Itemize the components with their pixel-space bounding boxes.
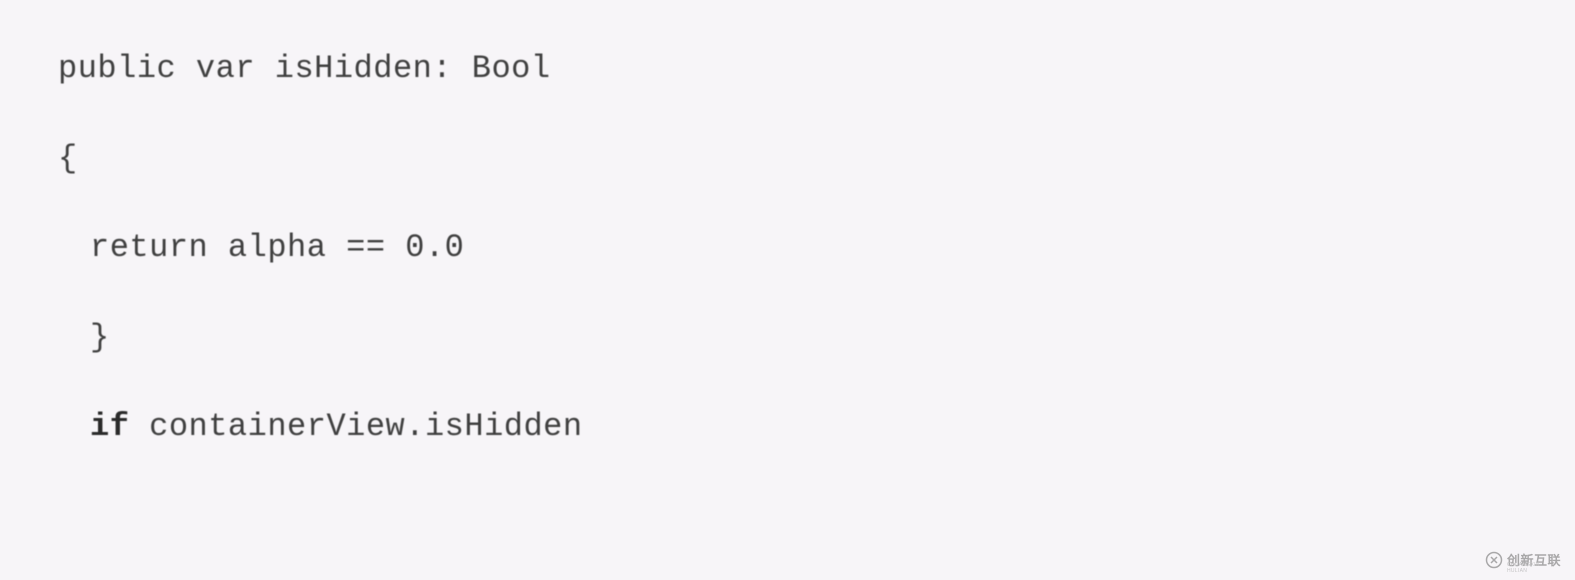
code-line-1: public var isHidden: Bool bbox=[58, 48, 1517, 90]
watermark-logo-icon bbox=[1485, 551, 1503, 569]
code-line-3: return alpha == 0.0 bbox=[58, 227, 1517, 269]
code-line-5-rest: containerView.isHidden bbox=[129, 408, 582, 445]
watermark-subtext: CHUANGXIN HULIAN bbox=[1507, 562, 1561, 574]
code-line-4: } bbox=[58, 317, 1517, 359]
code-line-5: if containerView.isHidden bbox=[58, 406, 1517, 448]
code-block: public var isHidden: Bool { return alpha… bbox=[0, 0, 1575, 496]
keyword-if: if bbox=[90, 408, 129, 445]
code-line-2: { bbox=[58, 138, 1517, 180]
watermark: 创新互联 CHUANGXIN HULIAN bbox=[1485, 550, 1561, 570]
